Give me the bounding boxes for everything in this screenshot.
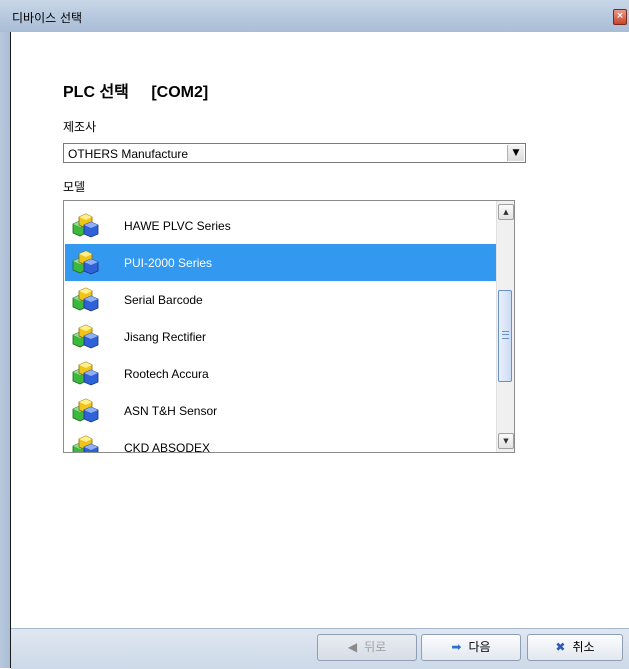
back-button[interactable]: ◀ 뒤로 — [317, 634, 417, 661]
button-bar: ◀ 뒤로 ➡ 다음 ✖ 취소 — [11, 628, 629, 669]
scroll-up-icon[interactable]: ▲ — [498, 204, 514, 220]
list-item[interactable]: PUI-2000 Series — [65, 244, 497, 281]
scroll-down-icon[interactable]: ▼ — [498, 433, 514, 449]
device-cubes-icon — [70, 360, 100, 387]
cancel-x-icon: ✖ — [555, 640, 566, 654]
chevron-down-icon[interactable]: ▼ — [507, 145, 524, 161]
manufacturer-value: OTHERS Manufacture — [68, 147, 189, 161]
page-title: PLC 선택 [COM2] — [63, 78, 208, 102]
list-item[interactable]: CKD ABSODEX — [65, 429, 497, 453]
list-item-label: Jisang Rectifier — [124, 330, 207, 344]
device-cubes-icon — [70, 397, 100, 424]
back-button-label: 뒤로 — [364, 640, 387, 654]
device-cubes-icon — [70, 323, 100, 350]
model-list[interactable]: CKD ABSODEX ASN T&H Sensor Rootech Accura J… — [63, 200, 515, 453]
window-frame-left — [0, 32, 11, 668]
list-item[interactable]: Rootech Accura — [65, 355, 497, 392]
port-label: [COM2] — [151, 84, 209, 101]
arrow-right-icon: ➡ — [451, 640, 462, 654]
device-cubes-icon — [70, 249, 100, 276]
device-cubes-icon — [70, 434, 100, 452]
list-item-label: HAWE PLVC Series — [124, 219, 231, 233]
model-label: 모델 — [63, 180, 86, 194]
window-title: 디바이스 선택 — [12, 11, 83, 25]
list-item-label: Rootech Accura — [124, 367, 209, 381]
cancel-button-label: 취소 — [572, 640, 595, 654]
next-button[interactable]: ➡ 다음 — [421, 634, 521, 661]
device-cubes-icon — [70, 286, 100, 313]
close-icon[interactable]: × — [613, 9, 627, 25]
manufacturer-label: 제조사 — [63, 120, 97, 134]
list-item-label: CKD ABSODEX — [124, 441, 211, 453]
list-item[interactable]: Jisang Rectifier — [65, 318, 497, 355]
cancel-button[interactable]: ✖ 취소 — [527, 634, 623, 661]
list-item-label: ASN T&H Sensor — [124, 404, 218, 418]
arrow-left-icon: ◀ — [347, 640, 358, 654]
list-item-label: PUI-2000 Series — [124, 256, 213, 270]
scroll-thumb[interactable] — [498, 290, 512, 382]
next-button-label: 다음 — [468, 640, 491, 654]
device-cubes-icon — [70, 212, 100, 239]
list-item[interactable]: HAWE PLVC Series — [65, 207, 497, 244]
list-item[interactable]: Serial Barcode — [65, 281, 497, 318]
page-title-text: PLC 선택 — [63, 84, 129, 101]
title-bar: 디바이스 선택 × — [0, 0, 629, 33]
list-item[interactable]: ASN T&H Sensor — [65, 392, 497, 429]
manufacturer-select[interactable]: OTHERS Manufacture ▼ — [63, 143, 526, 163]
list-scrollbar[interactable]: ▲ ▼ — [496, 201, 514, 452]
list-item-label: Serial Barcode — [124, 293, 203, 307]
